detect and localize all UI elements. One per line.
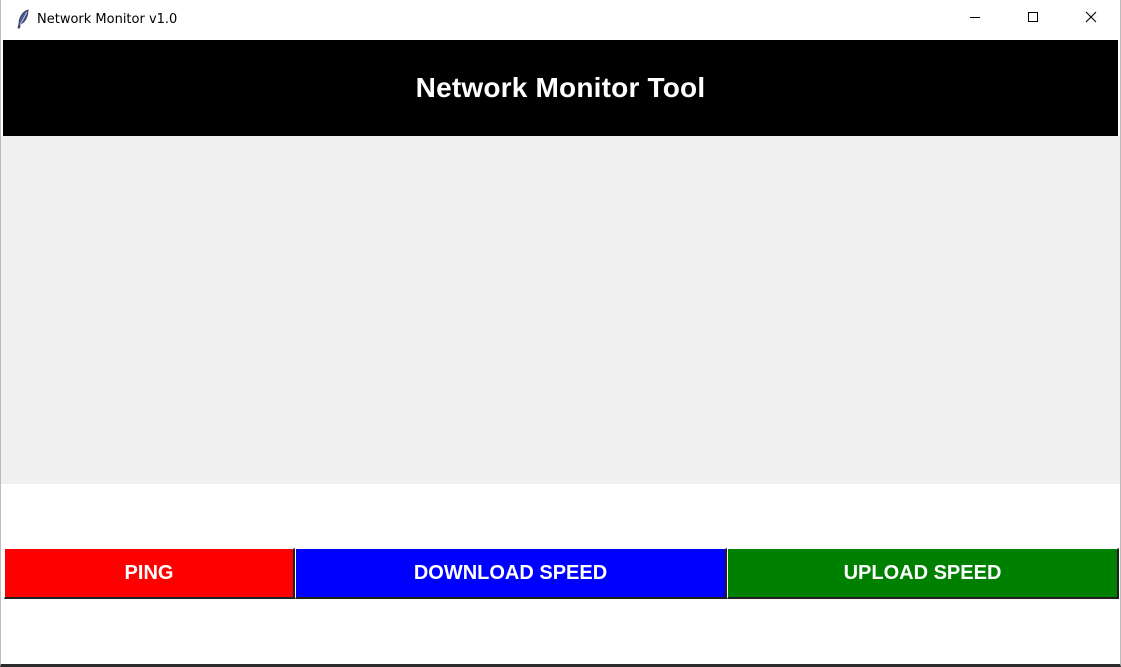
download-speed-button-label: DOWNLOAD SPEED (413, 561, 608, 584)
close-button[interactable] (1062, 0, 1120, 38)
upload-speed-button-label: UPLOAD SPEED (843, 561, 1002, 584)
app-window: Network Monitor v1.0 Network Monitor Too… (0, 0, 1121, 667)
header-banner: Network Monitor Tool (3, 40, 1118, 136)
title-bar[interactable]: Network Monitor v1.0 (1, 0, 1120, 38)
ping-button-label: PING (124, 561, 174, 584)
window-controls (946, 0, 1120, 38)
maximize-icon (1027, 10, 1039, 28)
maximize-button[interactable] (1004, 0, 1062, 38)
upload-speed-button[interactable]: UPLOAD SPEED (727, 548, 1119, 599)
minimize-icon (969, 10, 981, 28)
content-area (1, 136, 1120, 484)
page-title: Network Monitor Tool (415, 72, 706, 103)
window-title: Network Monitor v1.0 (37, 11, 178, 27)
minimize-button[interactable] (946, 0, 1004, 38)
ping-button[interactable]: PING (4, 548, 295, 599)
download-speed-button[interactable]: DOWNLOAD SPEED (295, 548, 727, 599)
feather-icon (13, 9, 33, 29)
close-icon (1085, 10, 1097, 28)
action-buttons: PING DOWNLOAD SPEED UPLOAD SPEED (4, 548, 1119, 599)
